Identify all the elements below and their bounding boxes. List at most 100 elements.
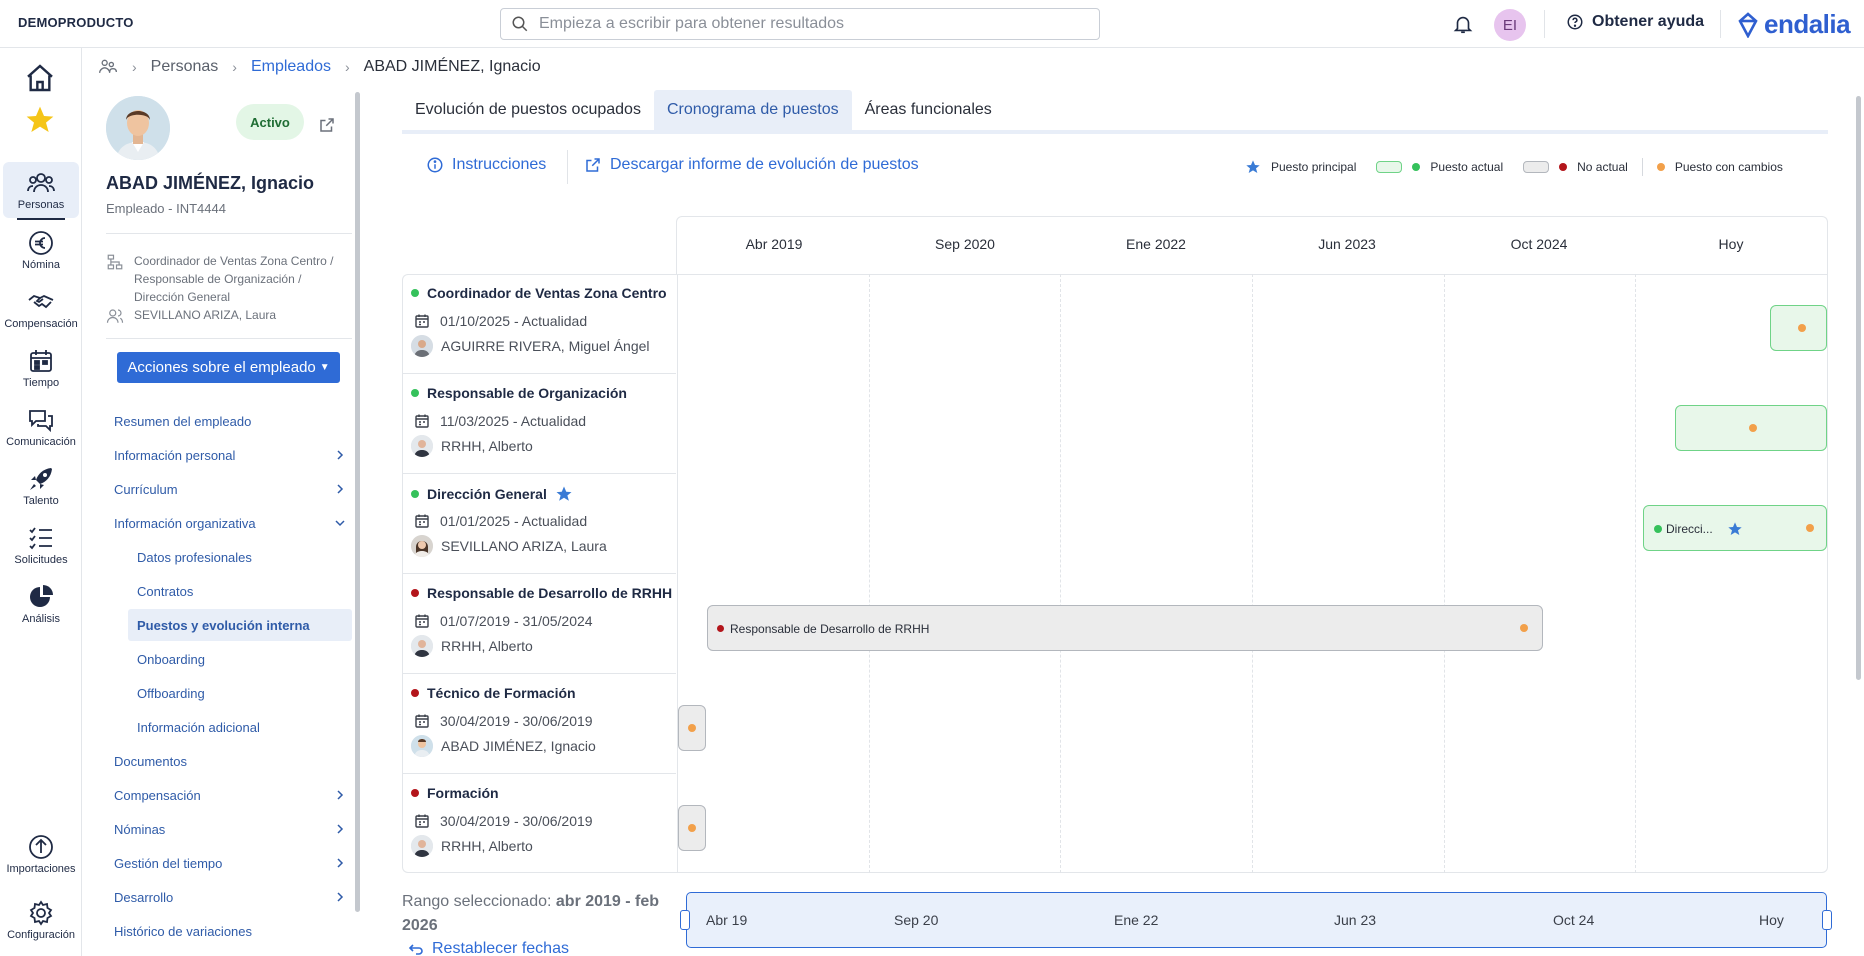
- position-title[interactable]: Dirección General: [411, 485, 573, 503]
- bar-label: Direcci...: [1666, 522, 1713, 536]
- timeline-bar[interactable]: [678, 805, 706, 851]
- chevron-right-icon[interactable]: [334, 823, 346, 835]
- chevron-down-icon[interactable]: [334, 517, 346, 529]
- position-title[interactable]: Coordinador de Ventas Zona Centro: [411, 285, 667, 301]
- menu-info-organizativa[interactable]: Información organizativa: [114, 507, 256, 539]
- user-avatar[interactable]: EI: [1494, 9, 1526, 41]
- timeline-header-label: Hoy: [1718, 236, 1744, 252]
- range-tick-label: Jun 23: [1334, 912, 1377, 928]
- star-icon: [26, 106, 54, 132]
- rail-favorites[interactable]: [24, 104, 56, 136]
- menu-datos-profesionales[interactable]: Datos profesionales: [137, 541, 252, 573]
- search-input[interactable]: [539, 15, 1079, 33]
- instructions-link[interactable]: Instrucciones: [426, 156, 546, 174]
- range-slider[interactable]: [686, 892, 1827, 948]
- rail-personas[interactable]: Personas: [3, 162, 79, 220]
- position-dates: 01/07/2019 - 31/05/2024: [414, 613, 593, 629]
- avatar: [411, 735, 433, 757]
- avatar: [411, 535, 433, 557]
- divider: [567, 150, 568, 184]
- employee-photo: [106, 96, 170, 160]
- chevron-right-icon[interactable]: [334, 449, 346, 461]
- timeline-bar[interactable]: [1770, 305, 1827, 351]
- undo-icon: [408, 944, 423, 955]
- divider: [106, 338, 352, 339]
- past-dot: [411, 589, 419, 597]
- logo-text: endalia: [1764, 9, 1851, 39]
- avatar: [411, 835, 433, 857]
- range-handle-end[interactable]: [1822, 910, 1832, 930]
- chevron-right-icon[interactable]: [334, 789, 346, 801]
- position-title[interactable]: Formación: [411, 785, 499, 801]
- menu-nominas[interactable]: Nóminas: [114, 813, 165, 845]
- range-handle-start[interactable]: [680, 910, 690, 930]
- menu-desarrollo[interactable]: Desarrollo: [114, 881, 173, 913]
- rail-compensacion[interactable]: Compensación: [3, 281, 79, 337]
- global-search[interactable]: [500, 8, 1100, 40]
- menu-info-adicional[interactable]: Información adicional: [137, 711, 260, 743]
- menu-info-personal[interactable]: Información personal: [114, 439, 235, 471]
- download-report-link[interactable]: Descargar informe de evolución de puesto…: [584, 156, 919, 174]
- menu-onboarding[interactable]: Onboarding: [137, 643, 205, 675]
- rail-importaciones[interactable]: Importaciones: [3, 826, 79, 882]
- tab-evolucion[interactable]: Evolución de puestos ocupados: [402, 90, 654, 130]
- current-dot: [411, 389, 419, 397]
- external-link-icon[interactable]: [318, 116, 336, 134]
- search-icon: [512, 16, 528, 32]
- menu-historico[interactable]: Histórico de variaciones: [114, 915, 252, 947]
- menu-curriculum[interactable]: Currículum: [114, 473, 178, 505]
- reset-dates-link[interactable]: Restablecer fechas: [408, 940, 569, 956]
- dates-text: 01/07/2019 - 31/05/2024: [440, 613, 593, 629]
- employee-actions-button[interactable]: Acciones sobre el empleado ▼: [117, 352, 340, 383]
- menu-offboarding[interactable]: Offboarding: [137, 677, 205, 709]
- breadcrumb-personas[interactable]: Personas: [151, 58, 219, 76]
- menu-compensacion[interactable]: Compensación: [114, 779, 201, 811]
- help-button[interactable]: Obtener ayuda: [1566, 13, 1704, 31]
- sidebar-scrollbar[interactable]: [355, 92, 360, 912]
- timeline-header-label: Sep 2020: [935, 236, 995, 252]
- tab-areas[interactable]: Áreas funcionales: [852, 90, 1005, 130]
- changes-dot: [1520, 624, 1528, 632]
- endalia-logo[interactable]: endalia: [1736, 9, 1851, 40]
- timeline-bar[interactable]: Direcci...: [1643, 505, 1827, 551]
- position-manager: AGUIRRE RIVERA, Miguel Ángel: [411, 335, 650, 357]
- breadcrumb-empleados[interactable]: Empleados: [251, 58, 331, 76]
- rail-analisis[interactable]: Análisis: [3, 576, 79, 632]
- timeline-bar[interactable]: [1675, 405, 1827, 451]
- breadcrumb-current: ABAD JIMÉNEZ, Ignacio: [363, 58, 541, 75]
- rail-nomina[interactable]: Nómina: [3, 222, 79, 278]
- menu-puestos-evolucion[interactable]: Puestos y evolución interna: [128, 609, 352, 641]
- main-scrollbar[interactable]: [1856, 96, 1861, 680]
- home-icon: [27, 64, 53, 92]
- rail-solicitudes[interactable]: Solicitudes: [3, 517, 79, 573]
- timeline-bar[interactable]: [678, 705, 706, 751]
- legend-main: Puesto principal: [1271, 160, 1357, 174]
- chevron-right-icon[interactable]: [334, 891, 346, 903]
- menu-contratos[interactable]: Contratos: [137, 575, 193, 607]
- rail-configuracion[interactable]: Configuración: [3, 892, 79, 948]
- menu-gestion-tiempo[interactable]: Gestión del tiempo: [114, 847, 222, 879]
- people-group-icon[interactable]: [98, 57, 118, 77]
- position-title[interactable]: Técnico de Formación: [411, 685, 576, 701]
- calendar-icon: [415, 614, 429, 628]
- position-name: Responsable de Desarrollo de RRHH: [427, 585, 673, 601]
- rail-tiempo[interactable]: Tiempo: [3, 340, 79, 396]
- help-icon: [1567, 14, 1583, 30]
- chevron-right-icon[interactable]: [334, 857, 346, 869]
- menu-documentos[interactable]: Documentos: [114, 745, 187, 777]
- info-icon: [427, 157, 443, 173]
- rail-comunicacion[interactable]: Comunicación: [3, 399, 79, 455]
- tab-cronograma[interactable]: Cronograma de puestos: [653, 90, 852, 130]
- employee-name: ABAD JIMÉNEZ, Ignacio: [106, 173, 315, 193]
- timeline-bar[interactable]: Responsable de Desarrollo de RRHH: [707, 605, 1543, 651]
- chevron-right-icon[interactable]: [334, 483, 346, 495]
- rail-home[interactable]: [24, 62, 56, 94]
- row-divider: [402, 373, 676, 374]
- menu-resumen[interactable]: Resumen del empleado: [114, 405, 251, 437]
- legend-changes-dot: [1656, 163, 1665, 171]
- position-title[interactable]: Responsable de Organización: [411, 385, 627, 401]
- bell-icon[interactable]: [1452, 13, 1474, 35]
- rail-talento[interactable]: Talento: [3, 458, 79, 514]
- org-path-line: Responsable de Organización /: [134, 272, 302, 286]
- position-title[interactable]: Responsable de Desarrollo de RRHH: [411, 585, 672, 601]
